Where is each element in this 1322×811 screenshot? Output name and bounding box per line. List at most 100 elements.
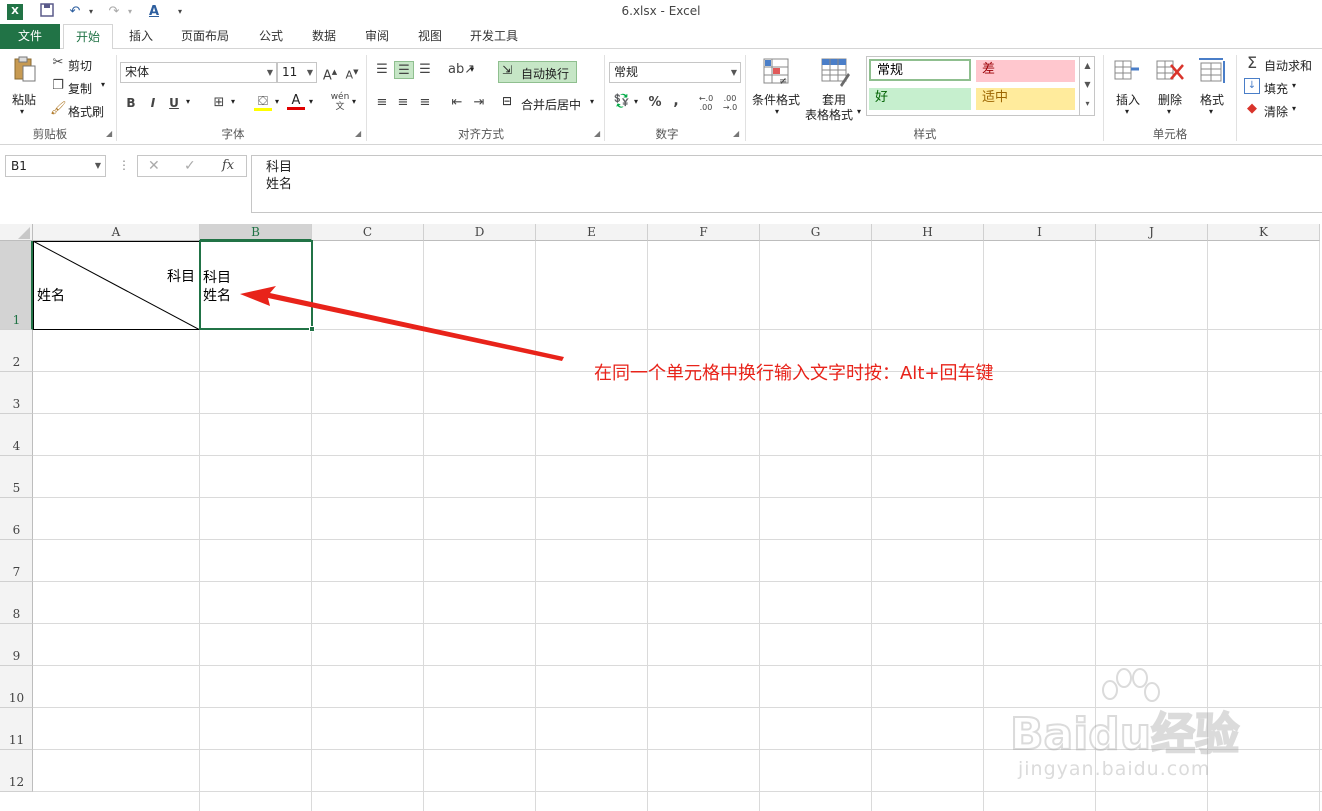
name-box[interactable]: B1 ▼ <box>5 155 106 177</box>
column-header-d[interactable]: D <box>424 224 536 241</box>
formula-input[interactable]: 科目 姓名 <box>251 155 1322 213</box>
decrease-font-icon[interactable]: A▼ <box>344 63 360 82</box>
number-format-select[interactable]: 常规 ▼ <box>609 62 741 83</box>
paste-icon[interactable] <box>12 55 38 83</box>
increase-font-icon[interactable]: A▲ <box>322 63 338 83</box>
column-header-g[interactable]: G <box>760 224 872 241</box>
style-normal[interactable]: 常规 <box>869 59 971 81</box>
scroll-up-icon[interactable]: ▲ <box>1080 56 1095 75</box>
align-left-icon[interactable]: ≡ <box>373 94 391 112</box>
align-middle-icon[interactable]: ☰ <box>394 61 414 79</box>
fill-button[interactable]: 填充 <box>1264 80 1288 97</box>
column-header-h[interactable]: H <box>872 224 984 241</box>
border-dropdown-icon[interactable]: ▾ <box>231 97 235 106</box>
formula-bar-grip-icon[interactable]: ⋮ <box>118 158 130 172</box>
chevron-down-icon[interactable]: ▼ <box>95 156 101 176</box>
row-header-7[interactable]: 7 <box>0 540 33 582</box>
percent-button[interactable]: % <box>647 94 663 112</box>
font-name-select[interactable]: 宋体 ▼ <box>120 62 277 83</box>
alignment-launcher-icon[interactable]: ◢ <box>594 129 600 138</box>
row-header-8[interactable]: 8 <box>0 582 33 624</box>
clipboard-launcher-icon[interactable]: ◢ <box>106 129 112 138</box>
tab-developer[interactable]: 开发工具 <box>461 24 527 49</box>
column-header-k[interactable]: K <box>1208 224 1320 241</box>
comma-button[interactable]: , <box>670 92 682 110</box>
copy-button[interactable]: 复制 <box>68 80 92 97</box>
column-header-f[interactable]: F <box>648 224 760 241</box>
phonetic-icon[interactable]: wén 文 <box>330 92 350 112</box>
increase-decimal-icon[interactable]: ←.0.00 <box>696 94 716 112</box>
tab-review[interactable]: 审阅 <box>355 24 399 49</box>
fill-dropdown-icon[interactable]: ▾ <box>1292 81 1296 90</box>
autosum-button[interactable]: 自动求和 <box>1264 57 1312 74</box>
insert-dropdown-icon[interactable]: ▾ <box>1125 107 1129 116</box>
row-header-2[interactable]: 2 <box>0 330 33 372</box>
phonetic-dropdown-icon[interactable]: ▾ <box>352 97 356 106</box>
column-header-a[interactable]: A <box>33 224 200 241</box>
bold-button[interactable]: B <box>124 94 138 112</box>
clear-button[interactable]: 清除 <box>1264 103 1288 120</box>
delete-cells-button[interactable]: 删除 <box>1158 91 1182 108</box>
tab-home[interactable]: 开始 <box>63 24 113 50</box>
fill-color-dropdown-icon[interactable]: ▾ <box>275 97 279 106</box>
align-center-icon[interactable]: ≡ <box>394 94 412 112</box>
clear-dropdown-icon[interactable]: ▾ <box>1292 104 1296 113</box>
row-header-10[interactable]: 10 <box>0 666 33 708</box>
row-header-11[interactable]: 11 <box>0 708 33 750</box>
fill-color-icon[interactable]: ⛋ <box>254 93 272 111</box>
style-bad[interactable]: 差 <box>976 60 1075 82</box>
cell-a1[interactable]: 科目 姓名 <box>33 241 200 330</box>
tab-page-layout[interactable]: 页面布局 <box>172 24 238 49</box>
row-header-1[interactable]: 1 <box>0 241 33 330</box>
gallery-more-icon[interactable]: ▾ <box>1080 94 1095 113</box>
orientation-dropdown-icon[interactable]: ▾ <box>470 65 474 74</box>
tab-formulas[interactable]: 公式 <box>248 24 294 49</box>
scroll-down-icon[interactable]: ▼ <box>1080 75 1095 94</box>
column-header-b[interactable]: B <box>200 224 312 241</box>
format-cells-button[interactable]: 格式 <box>1200 91 1224 108</box>
tab-view[interactable]: 视图 <box>408 24 452 49</box>
accounting-icon[interactable]: 💱 <box>612 93 632 111</box>
tab-data[interactable]: 数据 <box>302 24 346 49</box>
row-header-9[interactable]: 9 <box>0 624 33 666</box>
enter-icon[interactable]: ✓ <box>184 158 196 174</box>
format-as-table-button[interactable]: 表格格式 <box>805 106 853 123</box>
cancel-icon[interactable]: ✕ <box>148 158 160 174</box>
increase-indent-icon[interactable]: ⇥ <box>470 94 488 112</box>
align-bottom-icon[interactable]: ☰ <box>416 61 434 79</box>
merge-center-button[interactable]: ⊟ 合并后居中 ▾ <box>498 92 598 114</box>
align-top-icon[interactable]: ☰ <box>373 61 391 79</box>
font-launcher-icon[interactable]: ◢ <box>355 129 361 138</box>
row-header-6[interactable]: 6 <box>0 498 33 540</box>
paste-dropdown-icon[interactable]: ▾ <box>20 107 24 116</box>
insert-function-button[interactable]: fx <box>222 158 234 173</box>
align-right-icon[interactable]: ≡ <box>416 94 434 112</box>
border-icon[interactable]: ⊞ <box>210 94 228 112</box>
underline-dropdown-icon[interactable]: ▾ <box>186 97 190 106</box>
italic-button[interactable]: I <box>146 94 160 112</box>
select-all-corner[interactable] <box>0 224 33 241</box>
conditional-format-button[interactable]: 条件格式 <box>752 91 800 108</box>
style-neutral[interactable]: 适中 <box>976 88 1075 110</box>
font-color-dropdown-icon[interactable]: ▾ <box>309 97 313 106</box>
delete-dropdown-icon[interactable]: ▾ <box>1167 107 1171 116</box>
gallery-scrollbar[interactable]: ▲ ▼ ▾ <box>1079 56 1095 116</box>
tab-insert[interactable]: 插入 <box>120 24 162 49</box>
font-size-select[interactable]: 11 ▼ <box>277 62 317 83</box>
format-painter-button[interactable]: 格式刷 <box>68 103 104 120</box>
decrease-decimal-icon[interactable]: .00 →.0 <box>720 94 740 112</box>
format-dropdown-icon[interactable]: ▾ <box>1209 107 1213 116</box>
number-launcher-icon[interactable]: ◢ <box>733 129 739 138</box>
column-header-e[interactable]: E <box>536 224 648 241</box>
tab-file[interactable]: 文件 <box>0 24 60 49</box>
row-header-4[interactable]: 4 <box>0 414 33 456</box>
conditional-format-dropdown-icon[interactable]: ▾ <box>775 107 779 116</box>
orientation-icon[interactable]: ab↗ <box>448 61 475 79</box>
format-as-table-dropdown-icon[interactable]: ▾ <box>857 107 861 116</box>
paste-button[interactable]: 粘贴 <box>12 91 36 108</box>
column-header-i[interactable]: I <box>984 224 1096 241</box>
column-header-j[interactable]: J <box>1096 224 1208 241</box>
decrease-indent-icon[interactable]: ⇤ <box>448 94 466 112</box>
column-header-c[interactable]: C <box>312 224 424 241</box>
accounting-dropdown-icon[interactable]: ▾ <box>634 97 638 106</box>
